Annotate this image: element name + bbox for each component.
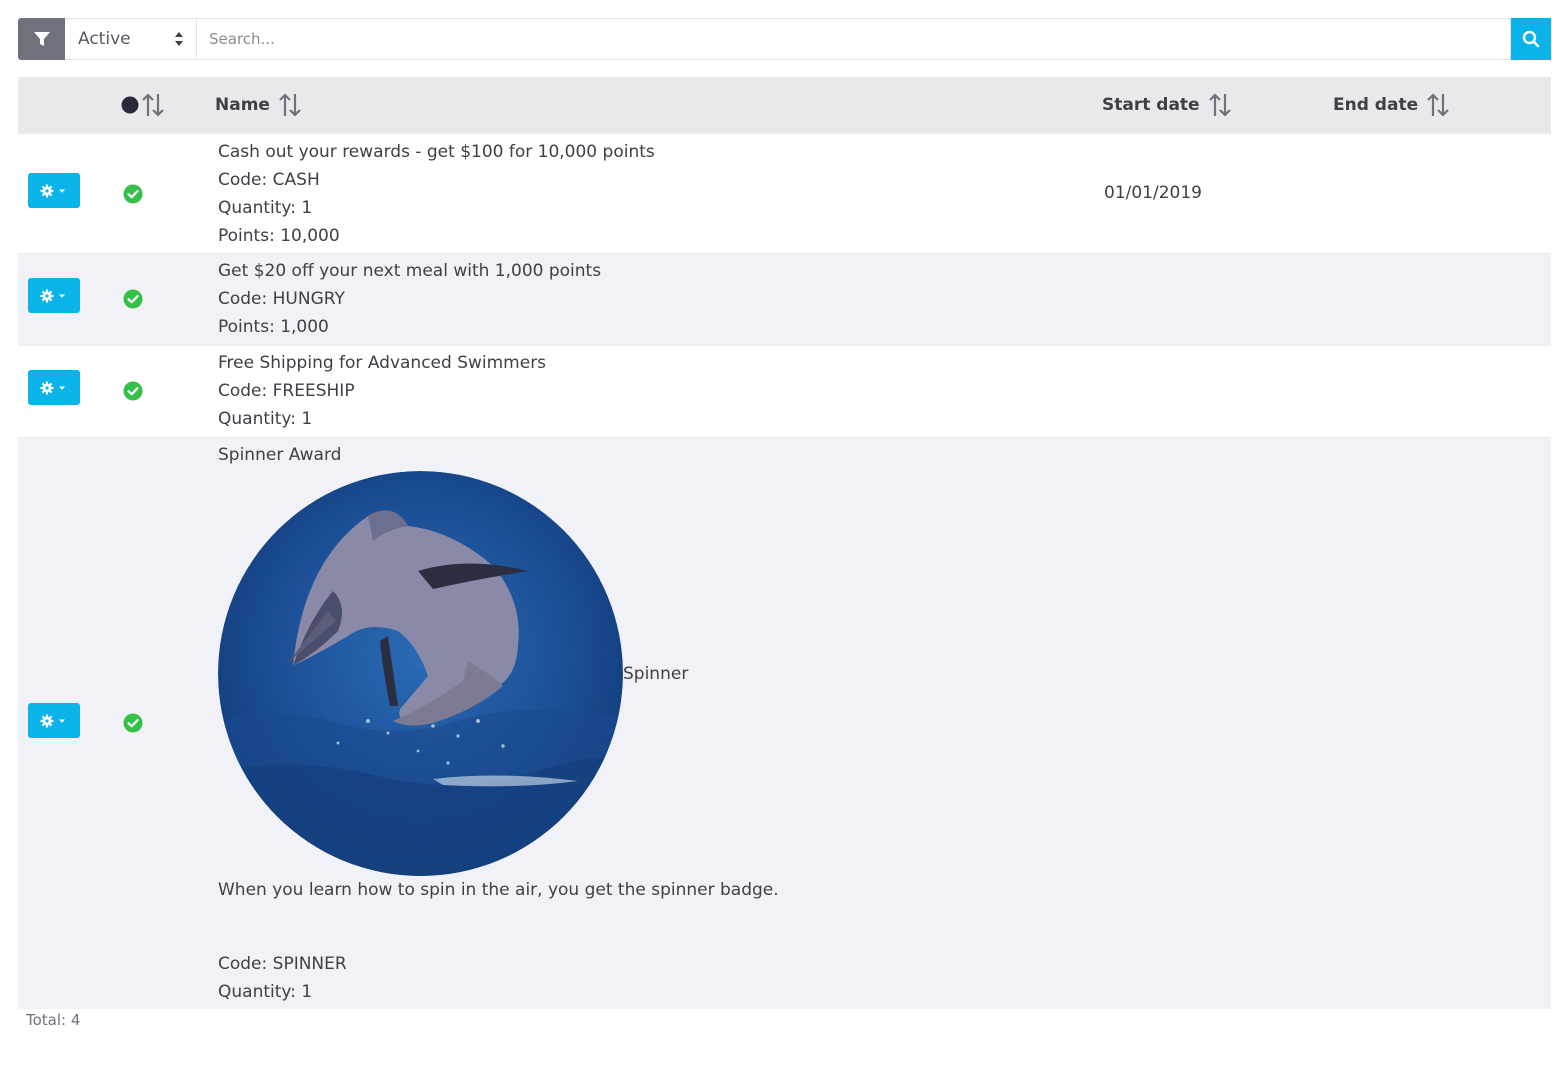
badge-image-wrap: Spinner	[218, 471, 779, 876]
award-code: Code: FREESHIP	[218, 381, 355, 401]
award-quantity: Quantity: 1	[218, 198, 313, 218]
dolphin-badge-image	[218, 471, 623, 876]
award-code: Code: SPINNER	[218, 954, 347, 974]
toolbar: Active	[18, 18, 1551, 60]
start-date-column-label: Start date	[1102, 95, 1200, 115]
award-code: Code: CASH	[218, 170, 320, 190]
sort-icon	[1427, 93, 1449, 117]
search-button[interactable]	[1511, 18, 1551, 60]
name-cell: Cash out your rewards - get $100 for 10,…	[218, 138, 655, 250]
award-quantity: Quantity: 1	[218, 982, 313, 1002]
table-row: Free Shipping for Advanced Swimmers Code…	[18, 345, 1551, 437]
row-actions-button[interactable]	[28, 173, 80, 208]
status-select[interactable]: Active	[65, 18, 197, 60]
name-column-label: Name	[215, 95, 270, 115]
active-check-icon	[123, 381, 143, 401]
status-column-header[interactable]	[121, 77, 165, 133]
award-title: Get $20 off your next meal with 1,000 po…	[218, 261, 602, 281]
award-code: Code: HUNGRY	[218, 289, 345, 309]
end-date-column-header[interactable]: End date	[1333, 77, 1450, 133]
name-cell: Spinner Award Spinner When you learn how…	[218, 441, 779, 1006]
active-check-icon	[123, 713, 143, 733]
end-date-column-label: End date	[1333, 95, 1419, 115]
row-actions-button[interactable]	[28, 278, 80, 313]
gear-icon	[40, 184, 65, 197]
row-actions-button[interactable]	[28, 370, 80, 405]
total-count: Total: 4	[26, 1011, 81, 1029]
award-quantity: Quantity: 1	[218, 409, 313, 429]
table-row: Cash out your rewards - get $100 for 10,…	[18, 133, 1551, 253]
name-cell: Get $20 off your next meal with 1,000 po…	[218, 257, 601, 341]
start-date-column-header[interactable]: Start date	[1102, 77, 1232, 133]
badge-image-caption: Spinner	[623, 663, 689, 684]
award-title: Free Shipping for Advanced Swimmers	[218, 353, 547, 373]
award-title: Cash out your rewards - get $100 for 10,…	[218, 142, 655, 162]
award-title: Spinner Award	[218, 445, 342, 465]
name-column-header[interactable]: Name	[215, 77, 302, 133]
gear-icon	[40, 381, 65, 394]
award-points: Points: 1,000	[218, 317, 329, 337]
sort-icon	[1208, 93, 1231, 117]
gear-icon	[40, 289, 65, 302]
start-date-cell: 01/01/2019	[1104, 183, 1202, 203]
gear-icon	[40, 714, 65, 727]
name-cell: Free Shipping for Advanced Swimmers Code…	[218, 349, 546, 433]
select-arrows-icon	[175, 32, 183, 46]
filter-button[interactable]	[18, 18, 65, 60]
active-check-icon	[123, 289, 143, 309]
table-row: Get $20 off your next meal with 1,000 po…	[18, 253, 1551, 345]
search-input[interactable]	[197, 18, 1511, 60]
table-row: Spinner Award Spinner When you learn how…	[18, 437, 1551, 1009]
row-actions-button[interactable]	[28, 703, 80, 738]
search-icon	[1522, 30, 1540, 48]
award-points: Points: 10,000	[218, 226, 340, 246]
awards-table: Name Start date End date Cash out your r…	[18, 77, 1551, 1009]
table-header: Name Start date End date	[18, 77, 1551, 133]
status-select-value: Active	[78, 29, 131, 49]
sort-icon	[279, 93, 301, 117]
active-check-icon	[123, 184, 143, 204]
status-dot-icon	[121, 96, 139, 114]
award-description: When you learn how to spin in the air, y…	[218, 880, 779, 900]
sort-icon	[142, 93, 164, 117]
filter-icon	[33, 32, 50, 46]
